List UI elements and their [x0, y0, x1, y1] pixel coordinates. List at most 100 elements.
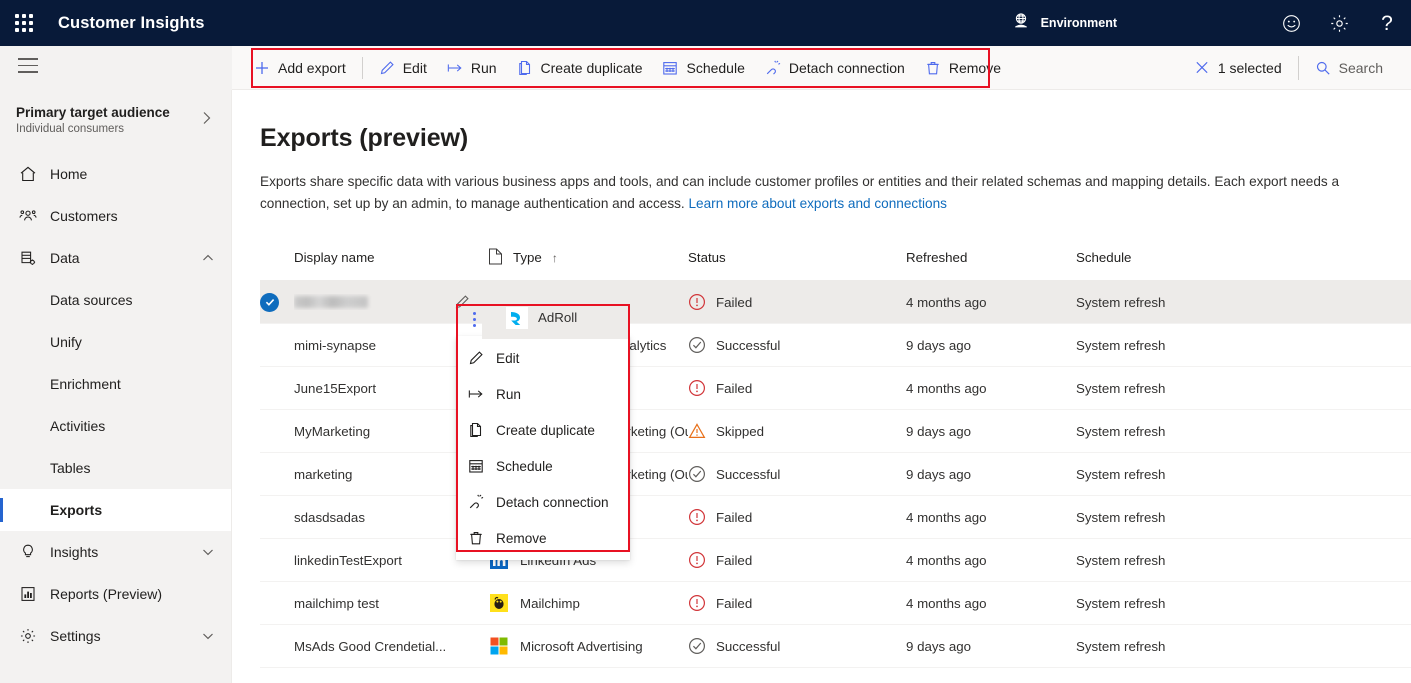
context-menu-detach-connection[interactable]: Detach connection [456, 484, 630, 520]
detach-connection-button[interactable]: Detach connection [755, 50, 915, 86]
sidebar-item-unify[interactable]: Unify [0, 321, 231, 363]
top-navigation-bar: Customer Insights Environment ? [0, 0, 1411, 46]
search-placeholder: Search [1338, 59, 1383, 76]
table-row[interactable]: mimi-synapse Azure Synapse Analytics Suc… [260, 324, 1411, 367]
row-type: Mailchimp [488, 592, 688, 614]
sidebar-item-enrichment[interactable]: Enrichment [0, 363, 231, 405]
help-glyph: ? [1381, 11, 1393, 35]
command-bar-divider [361, 56, 363, 79]
sidebar-item-customers[interactable]: Customers [0, 195, 231, 237]
context-menu-create-duplicate[interactable]: Create duplicate [456, 412, 630, 448]
row-status: Failed [688, 379, 906, 397]
remove-button[interactable]: Remove [915, 50, 1011, 86]
sidebar-label-exports: Exports [50, 502, 103, 518]
command-bar-right-group: 1 selected Search [1184, 46, 1411, 90]
sidebar-item-insights[interactable]: Insights [0, 531, 231, 573]
table-row[interactable]: Failed 4 months ago System refresh [260, 281, 1411, 324]
table-row[interactable]: MyMarketing Dynamics 365 Marketing (Out … [260, 410, 1411, 453]
sidebar-item-home[interactable]: Home [0, 153, 231, 195]
run-button[interactable]: Run [437, 50, 507, 86]
row-refreshed: 9 days ago [906, 423, 972, 439]
chevron-down-icon [201, 548, 215, 556]
add-export-button[interactable]: Add export [244, 50, 356, 86]
create-duplicate-button[interactable]: Create duplicate [507, 50, 653, 86]
environment-globe-icon [1011, 11, 1031, 36]
header-status[interactable]: Status [688, 250, 906, 265]
header-type[interactable]: Type ↑ [488, 248, 688, 268]
chevron-down-icon [201, 632, 215, 640]
sidebar-item-data-sources[interactable]: Data sources [0, 279, 231, 321]
calendar-icon [468, 458, 484, 474]
context-menu-edit[interactable]: Edit [456, 340, 630, 376]
table-row[interactable]: mailchimp test Mailchimp Failed 4 months… [260, 582, 1411, 625]
audience-title: Primary target audience [16, 105, 170, 120]
header-schedule-label: Schedule [1076, 250, 1132, 265]
sidebar-item-reports[interactable]: Reports (Preview) [0, 573, 231, 615]
row-schedule: System refresh [1076, 466, 1166, 482]
row-status: Successful [688, 336, 906, 354]
row-type-adroll: AdRoll [482, 296, 630, 339]
search-icon [1315, 60, 1331, 76]
sidebar-label-customers: Customers [50, 208, 118, 224]
more-vertical-icon[interactable] [466, 308, 482, 330]
row-status-label: Failed [716, 294, 753, 310]
header-display-name-label: Display name [294, 250, 375, 265]
row-status-label: Successful [716, 638, 781, 654]
row-status: Failed [688, 594, 906, 612]
table-header-row: Display name Type ↑ Status Refreshed Sch… [260, 235, 1411, 281]
sidebar-item-data[interactable]: Data [0, 237, 231, 279]
sidebar-item-settings[interactable]: Settings [0, 615, 231, 657]
sidebar-item-activities[interactable]: Activities [0, 405, 231, 447]
table-row[interactable]: sdasdsadas Failed 4 months ago System re… [260, 496, 1411, 539]
context-menu-detach-connection-label: Detach connection [496, 494, 609, 510]
context-menu-remove[interactable]: Remove [456, 520, 630, 556]
masked-name [294, 296, 368, 308]
primary-target-audience-selector[interactable]: Primary target audience Individual consu… [0, 90, 231, 147]
add-export-label: Add export [278, 59, 346, 76]
learn-more-link[interactable]: Learn more about exports and connections [688, 196, 946, 211]
header-schedule[interactable]: Schedule [1076, 250, 1246, 265]
sort-ascending-icon: ↑ [551, 250, 558, 265]
table-row[interactable]: linkedinTestExport LinkedIn Ads Failed 4… [260, 539, 1411, 582]
sidebar-item-exports[interactable]: Exports [0, 489, 231, 531]
table-row[interactable]: June15Export Failed 4 months ago System … [260, 367, 1411, 410]
table-row[interactable]: marketing Dynamics 365 Marketing (Out Su… [260, 453, 1411, 496]
context-menu-edit-label: Edit [496, 350, 520, 366]
smiley-feedback-icon[interactable] [1267, 0, 1315, 46]
top-nav-right-group: Environment ? [1011, 0, 1411, 46]
row-schedule: System refresh [1076, 294, 1166, 310]
waffle-grid-icon[interactable] [0, 0, 48, 46]
question-mark-icon[interactable]: ? [1363, 0, 1411, 46]
context-menu-schedule-label: Schedule [496, 458, 553, 474]
clear-selection-button[interactable]: 1 selected [1184, 50, 1292, 86]
run-arrow-icon [468, 386, 484, 402]
header-display-name[interactable]: Display name [294, 250, 488, 265]
gear-icon[interactable] [1315, 0, 1363, 46]
search-input[interactable]: Search [1305, 50, 1393, 86]
row-status: Failed [688, 293, 906, 311]
edit-button[interactable]: Edit [369, 50, 437, 86]
sidebar-label-settings: Settings [50, 628, 101, 644]
context-menu-schedule[interactable]: Schedule [456, 448, 630, 484]
exports-table: Display name Type ↑ Status Refreshed Sch… [232, 235, 1411, 668]
close-x-icon [1194, 60, 1210, 76]
header-refreshed[interactable]: Refreshed [906, 250, 1076, 265]
sidebar-label-home: Home [50, 166, 88, 182]
table-row[interactable]: MsAds Good Crendetial... Microsoft Adver… [260, 625, 1411, 668]
sidebar-label-data: Data [50, 250, 80, 266]
schedule-label: Schedule [686, 59, 745, 76]
trash-icon [925, 60, 941, 76]
environment-selector[interactable]: Environment [1011, 11, 1117, 36]
success-icon [688, 336, 706, 354]
context-menu-create-duplicate-label: Create duplicate [496, 422, 595, 438]
row-checkbox[interactable] [260, 292, 294, 312]
hamburger-menu-icon[interactable] [18, 58, 38, 78]
row-status: Successful [688, 637, 906, 655]
schedule-button[interactable]: Schedule [652, 50, 754, 86]
sidebar-label-unify: Unify [50, 334, 82, 350]
error-icon [688, 293, 706, 311]
sidebar-item-tables[interactable]: Tables [0, 447, 231, 489]
context-menu-run[interactable]: Run [456, 376, 630, 412]
app-root: Customer Insights Environment ? Add expo… [0, 0, 1411, 683]
create-duplicate-label: Create duplicate [540, 59, 643, 76]
